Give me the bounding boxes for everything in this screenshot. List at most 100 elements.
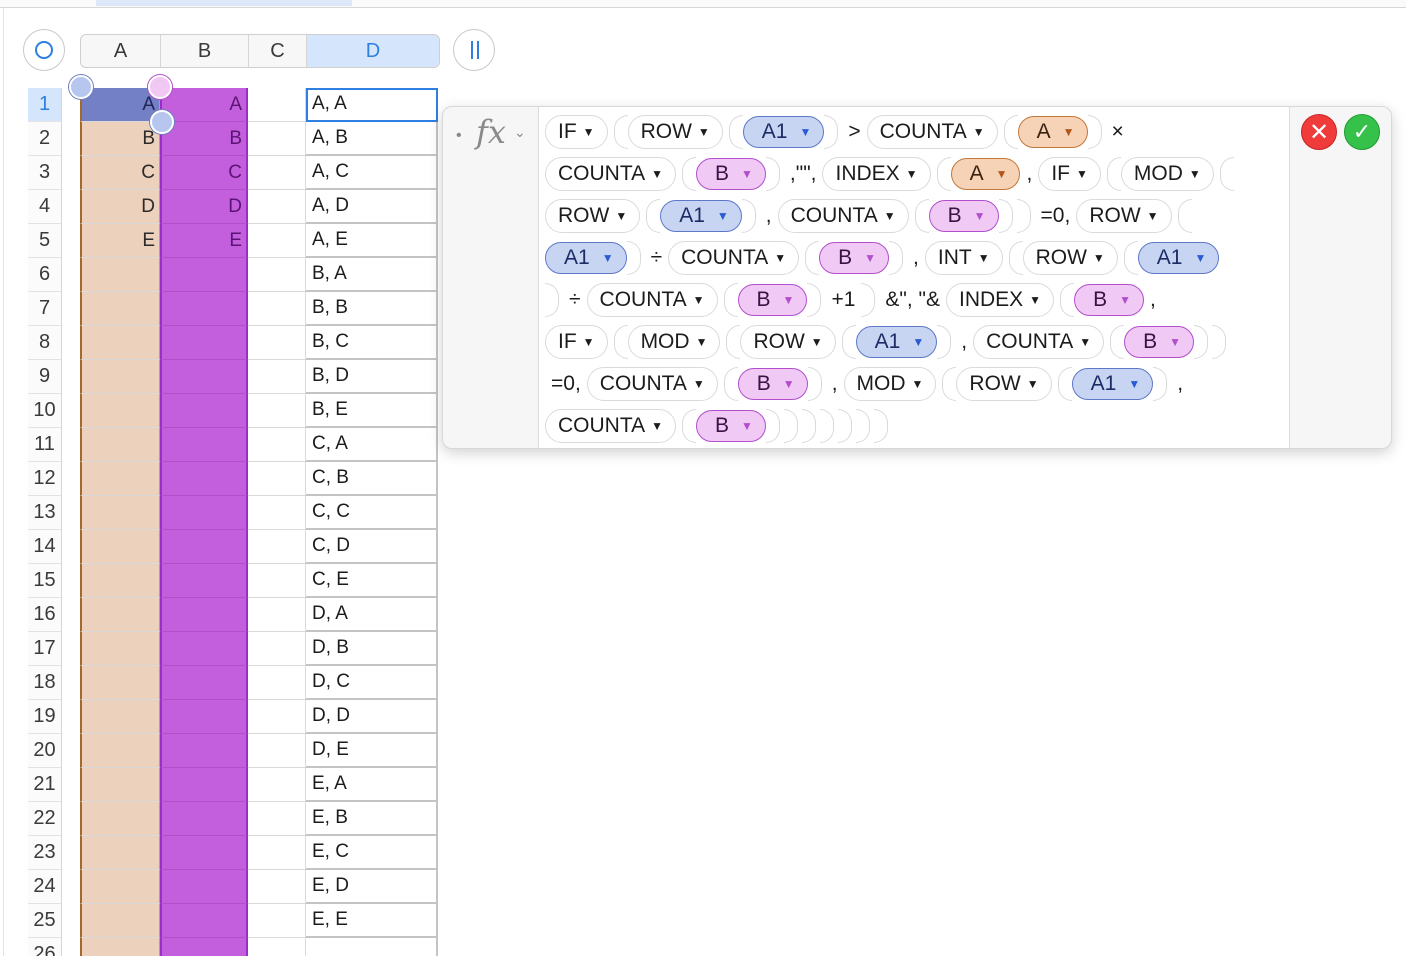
cell-c15[interactable] xyxy=(248,564,306,598)
function-token[interactable]: ROW ▼ xyxy=(1076,199,1172,233)
cell-a22[interactable] xyxy=(80,802,160,836)
dropdown-triangle-icon[interactable]: ▼ xyxy=(698,125,710,139)
cell-b14[interactable] xyxy=(160,530,248,564)
dropdown-triangle-icon[interactable]: ▼ xyxy=(1128,377,1140,391)
dropdown-triangle-icon[interactable]: ▼ xyxy=(1079,335,1091,349)
cell-d15[interactable]: C, E xyxy=(306,564,438,598)
dropdown-triangle-icon[interactable]: ▼ xyxy=(602,251,614,265)
reference-token[interactable]: B ▼ xyxy=(696,410,766,442)
cell-a2[interactable]: B xyxy=(80,122,160,156)
row-header-8[interactable]: 8 xyxy=(28,326,62,360)
cell-b24[interactable] xyxy=(160,870,248,904)
dropdown-triangle-icon[interactable]: ▼ xyxy=(1093,251,1105,265)
reference-token[interactable]: A1 ▼ xyxy=(545,242,627,274)
function-token[interactable]: COUNTA ▼ xyxy=(973,325,1105,359)
chevron-down-icon[interactable]: ⌄ xyxy=(514,124,526,141)
cell-d18[interactable]: D, C xyxy=(306,666,438,700)
dropdown-triangle-icon[interactable]: ▼ xyxy=(717,209,729,223)
reference-token[interactable]: A1 ▼ xyxy=(660,200,742,232)
cell-c25[interactable] xyxy=(248,904,306,938)
cell-a3[interactable]: C xyxy=(80,156,160,190)
row-header-1[interactable]: 1 xyxy=(28,88,62,122)
cell-b6[interactable] xyxy=(160,258,248,292)
cell-a23[interactable] xyxy=(80,836,160,870)
dropdown-triangle-icon[interactable]: ▼ xyxy=(1027,377,1039,391)
cell-b5[interactable]: E xyxy=(160,224,248,258)
cell-d23[interactable]: E, C xyxy=(306,836,438,870)
cell-c21[interactable] xyxy=(248,768,306,802)
cell-c12[interactable] xyxy=(248,462,306,496)
dropdown-triangle-icon[interactable]: ▼ xyxy=(651,167,663,181)
dropdown-triangle-icon[interactable]: ▼ xyxy=(973,125,985,139)
dropdown-triangle-icon[interactable]: ▼ xyxy=(693,377,705,391)
function-token[interactable]: COUNTA ▼ xyxy=(777,199,909,233)
row-header-7[interactable]: 7 xyxy=(28,292,62,326)
cell-a24[interactable] xyxy=(80,870,160,904)
row-header-10[interactable]: 10 xyxy=(28,394,62,428)
cell-d6[interactable]: B, A xyxy=(306,258,438,292)
row-header-14[interactable]: 14 xyxy=(28,530,62,564)
cell-b15[interactable] xyxy=(160,564,248,598)
cell-d4[interactable]: A, D xyxy=(306,190,438,224)
formula-body[interactable]: IF ▼ ROW ▼ A1 ▼ > COUNTA ▼ A ▼ × COUNTA ▼ B ▼ ,"", INDEX ▼… xyxy=(539,107,1289,448)
function-token[interactable]: MOD ▼ xyxy=(843,367,937,401)
function-token[interactable]: COUNTA ▼ xyxy=(545,409,676,443)
cell-b16[interactable] xyxy=(160,598,248,632)
cell-b18[interactable] xyxy=(160,666,248,700)
cell-a19[interactable] xyxy=(80,700,160,734)
dropdown-triangle-icon[interactable]: ▼ xyxy=(811,335,823,349)
row-header-5[interactable]: 5 xyxy=(28,224,62,258)
function-token[interactable]: MOD ▼ xyxy=(627,325,721,359)
function-token[interactable]: IF ▼ xyxy=(545,325,608,359)
cell-c22[interactable] xyxy=(248,802,306,836)
cell-c4[interactable] xyxy=(248,190,306,224)
row-header-4[interactable]: 4 xyxy=(28,190,62,224)
cell-d7[interactable]: B, B xyxy=(306,292,438,326)
dropdown-triangle-icon[interactable]: ▼ xyxy=(741,419,753,433)
dropdown-triangle-icon[interactable]: ▼ xyxy=(615,209,627,223)
reference-token[interactable]: B ▼ xyxy=(819,242,890,274)
accept-button[interactable]: ✓ xyxy=(1344,114,1380,150)
cell-d10[interactable]: B, E xyxy=(306,394,438,428)
function-token[interactable]: COUNTA ▼ xyxy=(668,241,800,275)
cell-a21[interactable] xyxy=(80,768,160,802)
cell-c7[interactable] xyxy=(248,292,306,326)
dropdown-triangle-icon[interactable]: ▼ xyxy=(906,167,918,181)
cell-d24[interactable]: E, D xyxy=(306,870,438,904)
cell-a4[interactable]: D xyxy=(80,190,160,224)
cell-c13[interactable] xyxy=(248,496,306,530)
cell-a15[interactable] xyxy=(80,564,160,598)
cell-c19[interactable] xyxy=(248,700,306,734)
range-handle-b-top[interactable] xyxy=(148,75,172,99)
cell-d19[interactable]: D, D xyxy=(306,700,438,734)
function-token[interactable]: ROW ▼ xyxy=(956,367,1052,401)
function-token[interactable]: IF ▼ xyxy=(1038,157,1101,191)
range-handle-a-top[interactable] xyxy=(69,75,93,99)
dropdown-triangle-icon[interactable]: ▼ xyxy=(1076,167,1088,181)
cell-a14[interactable] xyxy=(80,530,160,564)
cell-b9[interactable] xyxy=(160,360,248,394)
column-header-a[interactable]: A xyxy=(81,35,161,67)
row-header-22[interactable]: 22 xyxy=(28,802,62,836)
function-token[interactable]: INDEX ▼ xyxy=(945,283,1055,317)
cell-a8[interactable] xyxy=(80,326,160,360)
dropdown-triangle-icon[interactable]: ▼ xyxy=(783,293,795,307)
cell-d11[interactable]: C, A xyxy=(306,428,438,462)
dropdown-triangle-icon[interactable]: ▼ xyxy=(996,167,1008,181)
drag-dot-icon[interactable]: • xyxy=(456,127,462,145)
cell-c5[interactable] xyxy=(248,224,306,258)
function-token[interactable]: COUNTA ▼ xyxy=(586,367,718,401)
range-handle-a-bottom[interactable] xyxy=(150,110,174,134)
reference-token[interactable]: A1 ▼ xyxy=(1137,242,1220,274)
reference-token[interactable]: B ▼ xyxy=(1124,326,1194,358)
dropdown-triangle-icon[interactable]: ▼ xyxy=(884,209,896,223)
cell-d2[interactable]: A, B xyxy=(306,122,438,156)
cell-a20[interactable] xyxy=(80,734,160,768)
cell-c20[interactable] xyxy=(248,734,306,768)
cell-d9[interactable]: B, D xyxy=(306,360,438,394)
column-header-d[interactable]: D xyxy=(307,35,439,67)
cell-d17[interactable]: D, B xyxy=(306,632,438,666)
cell-d22[interactable]: E, B xyxy=(306,802,438,836)
cell-b10[interactable] xyxy=(160,394,248,428)
row-header-26[interactable]: 26 xyxy=(28,938,62,956)
